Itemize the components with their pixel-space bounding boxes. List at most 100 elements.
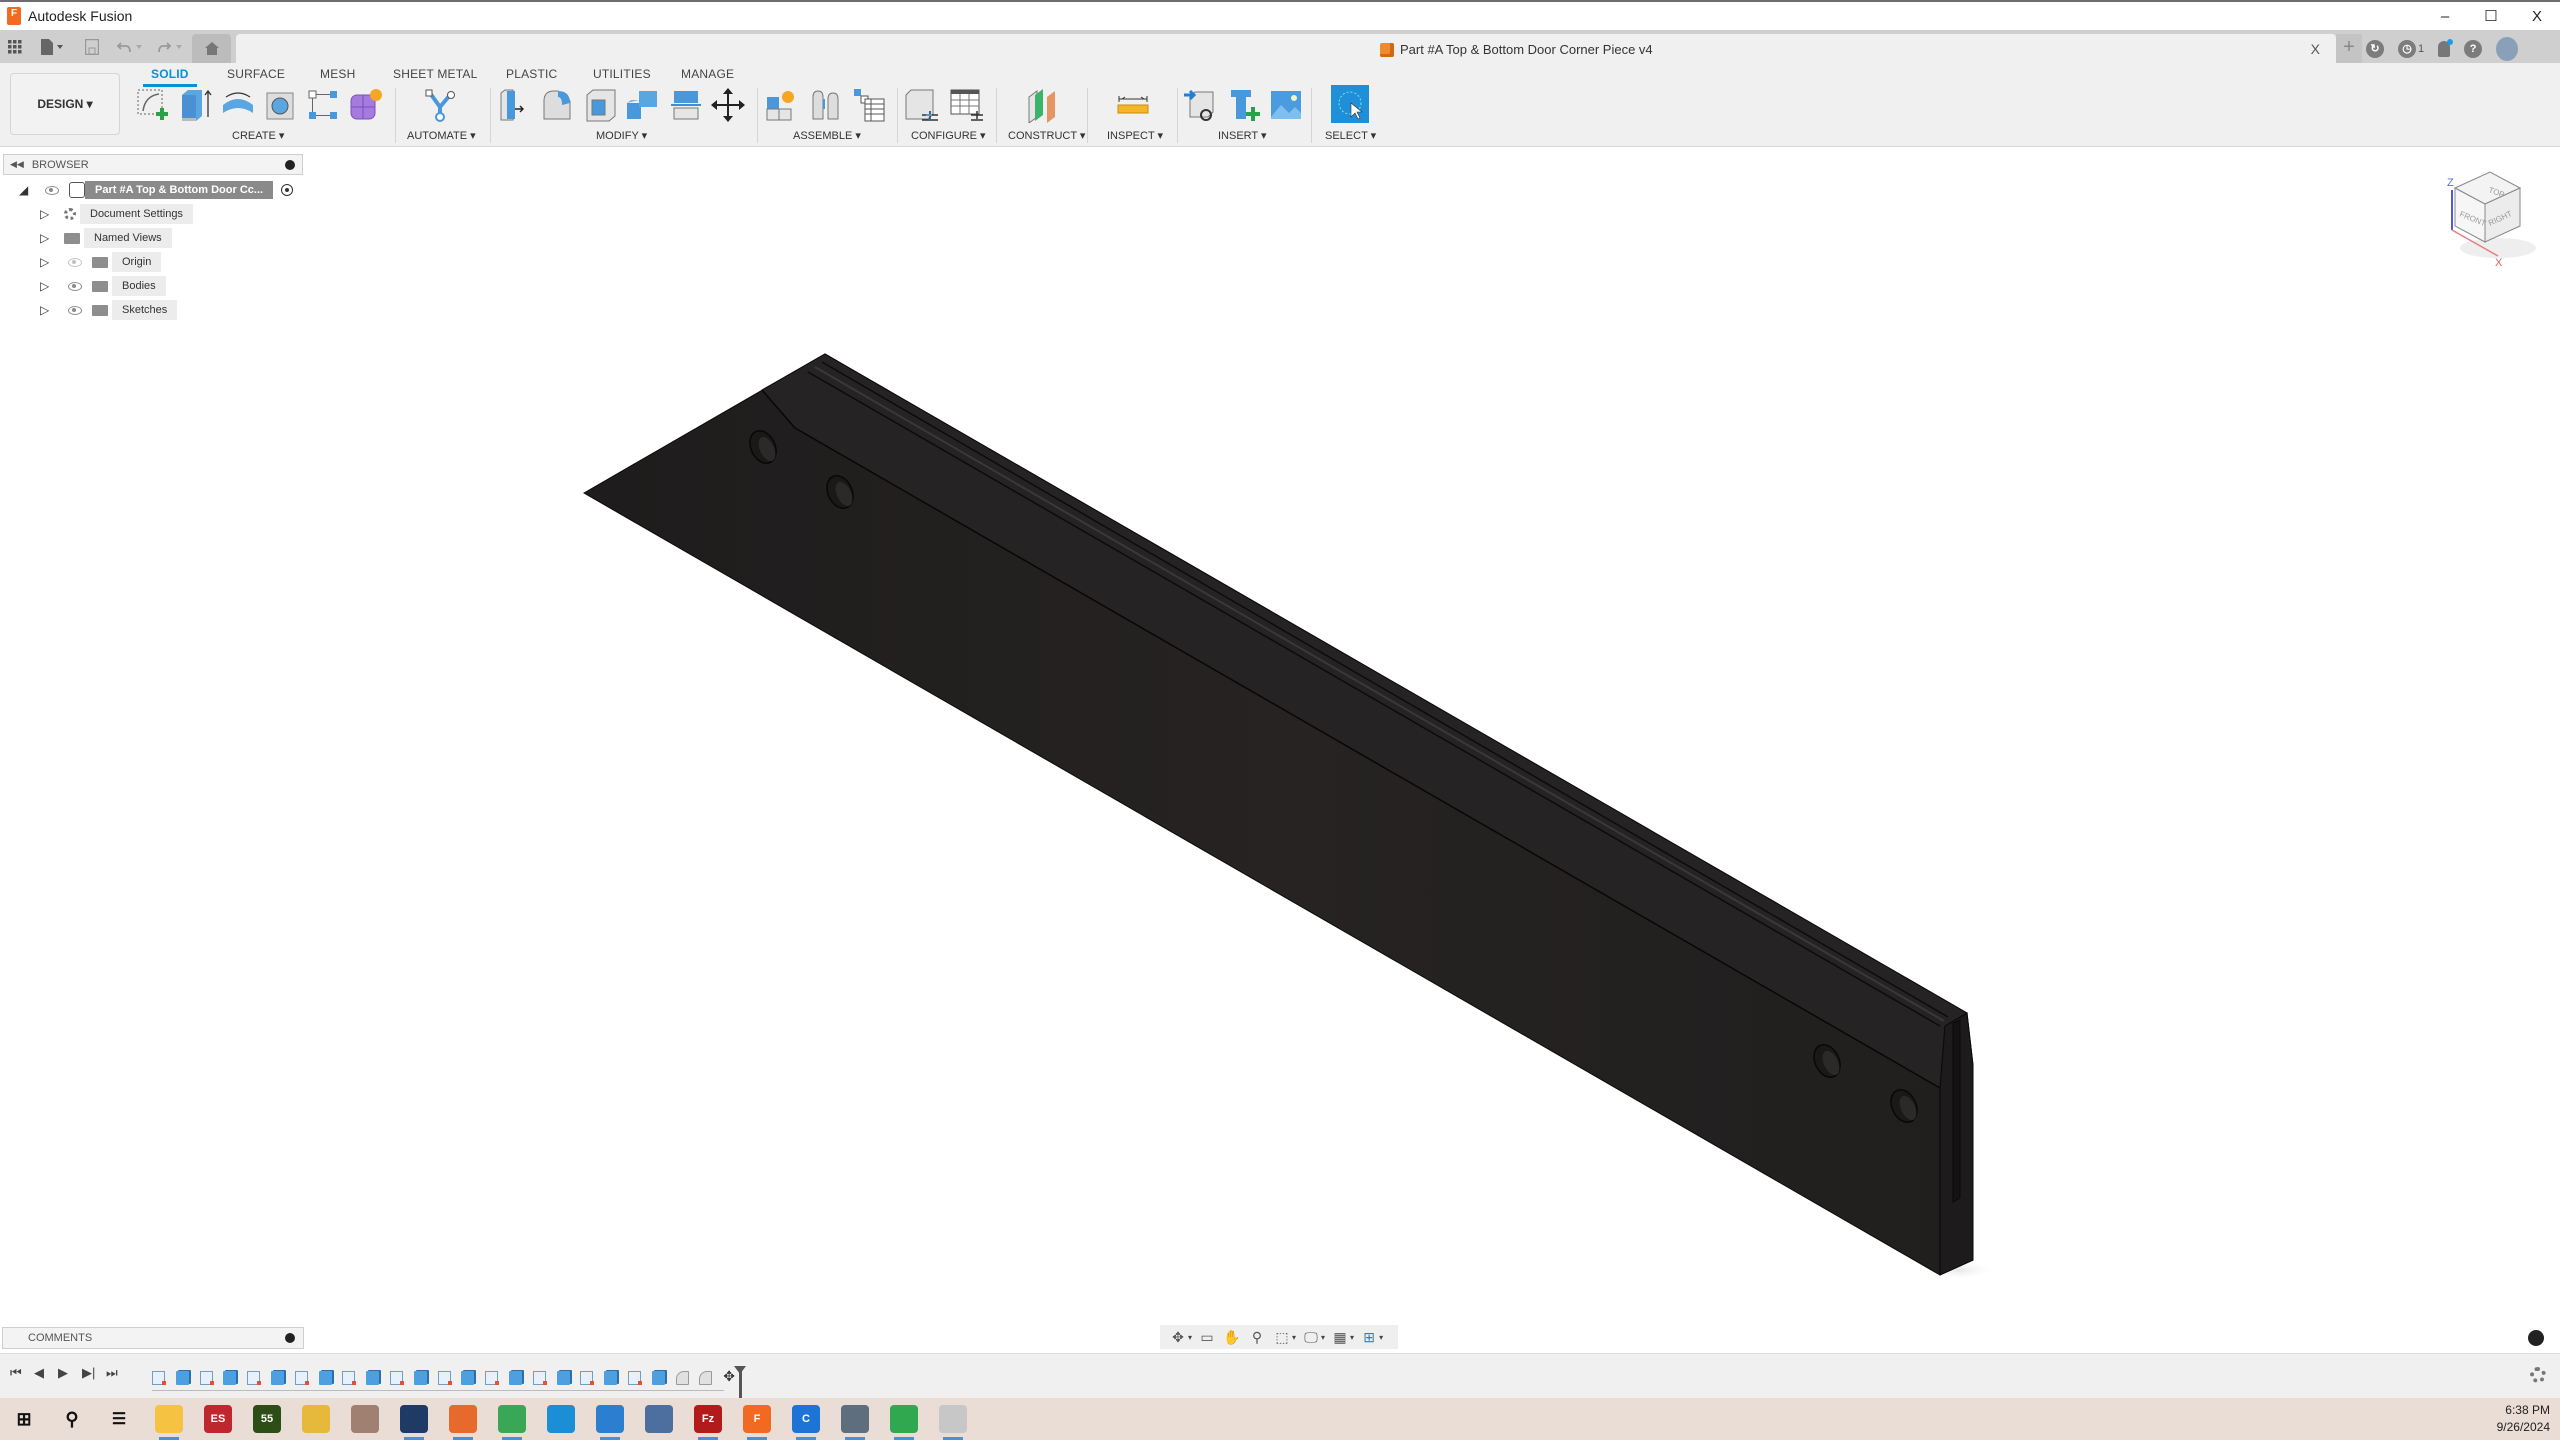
browser-item-origin[interactable]: ▷ Origin [3,250,303,274]
expand-arrow-icon[interactable]: ▷ [40,255,54,269]
new-tab-button[interactable]: + [2336,34,2362,63]
taskbar-app-app-colors[interactable] [351,1405,379,1433]
create-sketch-icon[interactable] [135,87,171,123]
expand-arrow-icon[interactable]: ▷ [40,303,54,317]
expand-arrow-icon[interactable]: ▷ [40,207,54,221]
task-view-icon[interactable]: ☰ [105,1405,133,1433]
chevron-down-icon[interactable]: ▾ [1188,1333,1192,1342]
timeline-last-button[interactable]: ⏭ [106,1365,118,1381]
taskbar-app-filezilla[interactable]: Fz [694,1405,722,1440]
close-button[interactable]: X [2514,2,2560,30]
construct-plane-icon[interactable] [1025,87,1061,123]
browser-header[interactable]: ◀◀ BROWSER [3,154,303,175]
expand-arrow-icon[interactable]: ▷ [40,231,54,245]
timeline-extrude-feature[interactable] [271,1371,284,1385]
pattern-icon[interactable] [305,87,341,123]
look-at-icon[interactable]: ▭ [1197,1328,1217,1346]
grid-icon[interactable]: ▦ [1330,1328,1350,1346]
browser-item-bodies[interactable]: ▷ Bodies [3,274,303,298]
timeline-extrude-feature[interactable] [651,1371,665,1385]
tab-manage[interactable]: MANAGE [681,67,734,81]
viewcube[interactable]: TOP FRONT RIGHT Z X [2440,160,2550,270]
timeline-extrude-feature[interactable] [604,1371,618,1385]
insert-canvas-icon[interactable] [1268,87,1304,123]
create-form-icon[interactable] [348,87,384,123]
press-pull-icon[interactable] [497,87,533,123]
browser-pin-icon[interactable] [285,159,295,170]
timeline-extrude-feature[interactable] [318,1371,332,1385]
display-settings-icon[interactable]: 🖵 [1301,1328,1321,1346]
configuration-table-icon[interactable] [949,87,985,123]
timeline-sketch-feature[interactable] [390,1371,404,1385]
expand-arrow-icon[interactable]: ◢ [19,183,33,197]
home-tab[interactable] [192,34,231,63]
construct-group-label[interactable]: CONSTRUCT ▾ [1008,129,1085,142]
undo-button[interactable] [117,36,145,58]
notifications-bell-icon[interactable] [2438,38,2454,57]
taskbar-app-app-55[interactable]: 55 [253,1405,281,1433]
timeline-settings-gear-icon[interactable] [2530,1367,2546,1383]
timeline-sketch-feature[interactable] [294,1371,309,1385]
timeline-play-button[interactable]: ▶ [58,1365,68,1381]
timeline-extrude-feature[interactable] [461,1371,475,1385]
comments-panel[interactable]: COMMENTS [2,1327,304,1349]
start-button[interactable]: ⊞ [10,1405,38,1433]
data-panel-icon[interactable] [8,36,22,58]
timeline-extrude-feature[interactable] [223,1371,237,1385]
taskbar-app-app-cat[interactable] [939,1405,967,1440]
inspect-group-label[interactable]: INSPECT ▾ [1107,129,1163,142]
close-tab-button[interactable]: X [2311,41,2320,57]
chevron-down-icon[interactable]: ▾ [1321,1333,1325,1342]
timeline-sketch-feature[interactable] [437,1371,452,1385]
user-avatar[interactable] [2496,36,2519,61]
configure-group-label[interactable]: CONFIGURE ▾ [911,129,986,142]
browser-root-row[interactable]: ◢ Part #A Top & Bottom Door Cc... [3,178,303,202]
timeline-first-button[interactable]: ⏮ [10,1365,22,1381]
timeline-previous-button[interactable]: ◀ [34,1365,44,1381]
pan-hand-icon[interactable]: ✋ [1222,1328,1242,1346]
taskbar-app-fusion[interactable]: F [743,1405,771,1440]
insert-mcmaster-icon[interactable] [1226,87,1262,123]
visibility-eye-icon[interactable] [45,185,59,195]
create-group-label[interactable]: CREATE ▾ [232,129,284,142]
tab-utilities[interactable]: UTILITIES [593,67,651,81]
automate-group-label[interactable]: AUTOMATE ▾ [407,129,476,142]
taskbar-app-chrome[interactable] [498,1405,526,1440]
chevron-down-icon[interactable]: ▾ [1350,1333,1354,1342]
timeline-sketch-feature[interactable] [628,1371,642,1385]
document-tab[interactable]: Part #A Top & Bottom Door Corner Piece v… [236,34,2336,63]
bom-icon[interactable] [851,87,887,123]
part-body[interactable] [582,353,1995,1280]
job-status-icon[interactable]: ◷ [2398,39,2416,58]
timeline-extrude-feature[interactable] [366,1371,380,1385]
mounting-hole[interactable] [1886,1086,1922,1127]
timeline-next-button[interactable]: ▶| [82,1365,95,1381]
redo-button[interactable] [157,36,185,58]
timeline-sketch-feature[interactable] [342,1371,357,1385]
fit-icon[interactable]: ⬚ [1272,1328,1292,1346]
chat-icon[interactable] [2528,1330,2544,1346]
shell-icon[interactable] [583,87,619,123]
maximize-button[interactable]: ☐ [2468,2,2514,30]
activate-radio[interactable] [281,184,294,196]
browser-item-document-settings[interactable]: ▷ Document Settings [3,202,303,226]
timeline-marker[interactable] [734,1366,746,1398]
timeline-extrude-feature[interactable] [556,1371,570,1385]
fillet-icon[interactable] [540,87,576,123]
automate-icon[interactable] [422,87,458,123]
save-button[interactable] [85,36,99,58]
select-button[interactable] [1331,85,1369,123]
collapse-browser-icon[interactable]: ◀◀ [10,159,24,170]
select-group-label[interactable]: SELECT ▾ [1325,129,1376,142]
workspace-switcher[interactable]: DESIGN ▾ [10,73,120,135]
viewports-icon[interactable]: ⊞ [1359,1328,1379,1346]
timeline-extrude-feature[interactable] [175,1371,189,1385]
mounting-hole[interactable] [1809,1041,1845,1082]
insert-group-label[interactable]: INSERT ▾ [1218,129,1267,142]
mounting-hole[interactable] [822,472,858,513]
extrude-icon[interactable] [178,87,214,123]
timeline-fillet-feature[interactable] [699,1371,713,1385]
assemble-group-label[interactable]: ASSEMBLE ▾ [793,129,861,142]
help-icon[interactable]: ? [2464,39,2483,58]
browser-item-sketches[interactable]: ▷ Sketches [3,298,303,322]
